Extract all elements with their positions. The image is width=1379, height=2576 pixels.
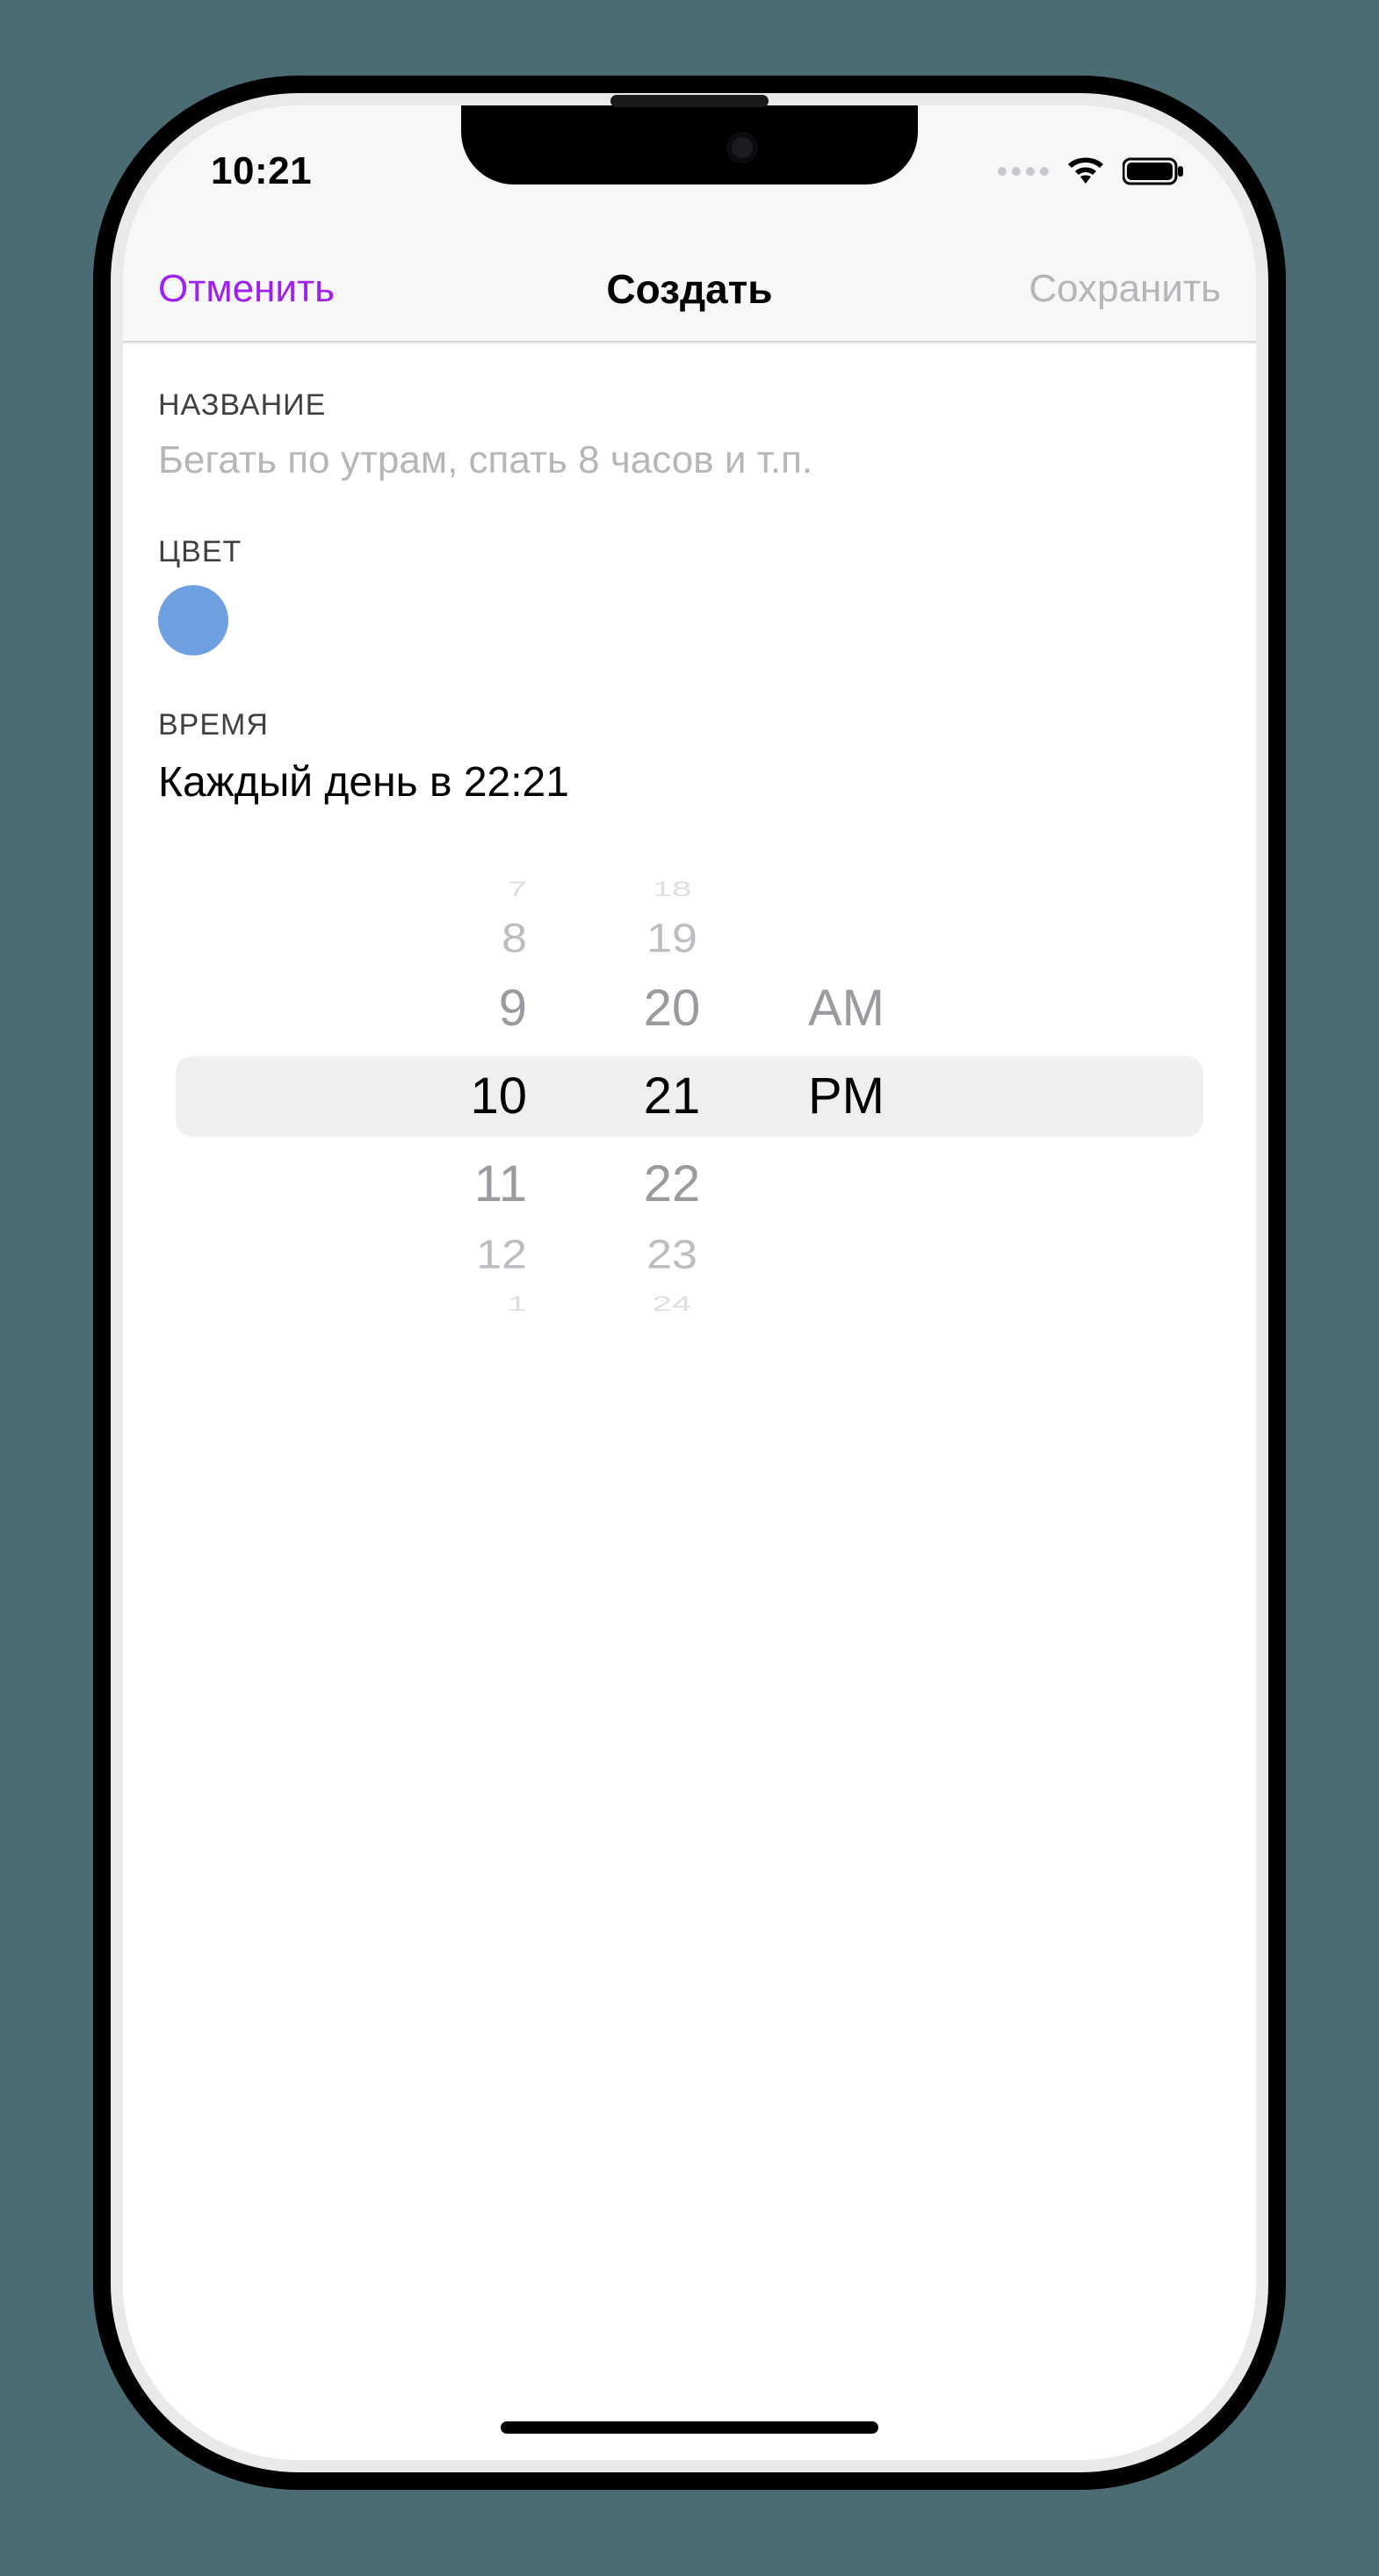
cellular-dots-icon (998, 167, 1049, 176)
stage: 10:21 (0, 0, 1379, 2576)
picker-minutes-column[interactable]: 18 19 20 21 22 23 24 (588, 868, 755, 1325)
status-time: 10:21 (211, 149, 312, 193)
battery-icon (1123, 156, 1186, 186)
color-swatch[interactable] (158, 585, 228, 655)
picker-columns: 7 8 9 10 11 12 1 18 19 20 (176, 868, 1203, 1325)
picker-hours-column[interactable]: 7 8 9 10 11 12 1 (395, 868, 562, 1325)
form-content: НАЗВАНИЕ ЦВЕТ ВРЕМЯ Каждый день в 22:21 (123, 344, 1256, 2460)
cancel-button[interactable]: Отменить (158, 237, 335, 341)
picker-minute-selected[interactable]: 21 (588, 1071, 755, 1122)
section-name: НАЗВАНИЕ (158, 388, 1221, 482)
picker-hour-option[interactable]: 7 (395, 879, 562, 900)
color-label: ЦВЕТ (158, 535, 1221, 569)
phone-speaker (610, 95, 769, 107)
phone-volume-up (104, 712, 118, 887)
status-indicators (998, 156, 1186, 187)
picker-minute-option[interactable]: 23 (588, 1234, 755, 1276)
picker-hour-option[interactable]: 9 (395, 983, 562, 1034)
picker-ampm-option[interactable]: AM (799, 983, 984, 1034)
name-input[interactable] (158, 438, 1221, 482)
section-time: ВРЕМЯ Каждый день в 22:21 7 8 9 10 11 12 (158, 708, 1221, 1325)
phone-mute-switch (104, 545, 118, 633)
picker-ampm-selected[interactable]: PM (799, 1071, 984, 1122)
picker-minute-option[interactable]: 18 (588, 879, 755, 900)
picker-hour-selected[interactable]: 10 (395, 1071, 562, 1122)
home-indicator[interactable] (501, 2421, 878, 2434)
nav-title: Создать (606, 265, 772, 313)
picker-minute-option[interactable]: 19 (588, 918, 755, 959)
wifi-icon (1065, 156, 1107, 187)
picker-ampm-column[interactable]: AM PM (799, 868, 984, 1325)
time-picker[interactable]: 7 8 9 10 11 12 1 18 19 20 (176, 868, 1203, 1325)
picker-hour-option[interactable]: 8 (395, 918, 562, 959)
picker-hour-option[interactable]: 1 (395, 1293, 562, 1314)
picker-minute-option[interactable]: 24 (588, 1293, 755, 1314)
phone-notch (461, 105, 918, 185)
picker-minute-option[interactable]: 22 (588, 1159, 755, 1210)
phone-power-button (1260, 764, 1274, 1046)
phone-camera (726, 132, 758, 163)
picker-minute-option[interactable]: 20 (588, 983, 755, 1034)
time-label: ВРЕМЯ (158, 708, 1221, 742)
phone-volume-down (104, 931, 118, 1107)
nav-bar: Отменить Создать Сохранить (123, 237, 1256, 343)
phone-frame: 10:21 (123, 105, 1256, 2460)
picker-hour-option[interactable]: 11 (395, 1159, 562, 1210)
section-color: ЦВЕТ (158, 535, 1221, 655)
save-button[interactable]: Сохранить (1029, 237, 1221, 341)
time-summary: Каждый день в 22:21 (158, 758, 1221, 807)
picker-hour-option[interactable]: 12 (395, 1234, 562, 1276)
name-label: НАЗВАНИЕ (158, 388, 1221, 423)
phone-screen: 10:21 (123, 105, 1256, 2460)
